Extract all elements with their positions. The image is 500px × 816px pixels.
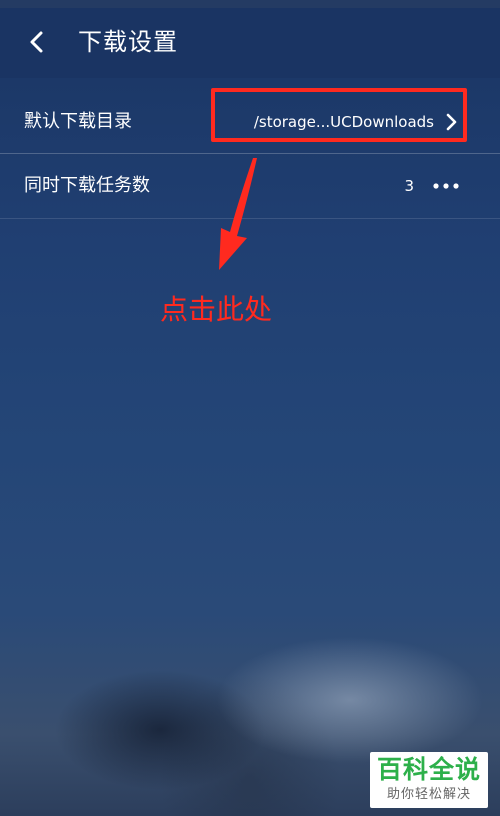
watermark-subtitle: 助你轻松解决	[386, 787, 471, 802]
page-title: 下载设置	[78, 28, 178, 56]
watermark-logo: 百科全说 助你轻松解决	[370, 752, 488, 808]
header-bar: 下载设置	[0, 8, 500, 78]
annotation-highlight-box	[211, 88, 467, 142]
setting-label-concurrent-tasks: 同时下载任务数	[24, 175, 150, 196]
status-bar-strip	[0, 0, 500, 8]
setting-label-download-directory: 默认下载目录	[24, 111, 132, 132]
setting-value-concurrent-tasks: 3	[404, 177, 414, 195]
watermark-title: 百科全说	[376, 755, 481, 784]
chevron-left-icon[interactable]	[24, 28, 52, 56]
screen: 下载设置 默认下载目录 /storage...UCDownloads 同时下载任…	[0, 0, 500, 816]
annotation-arrow-icon	[219, 158, 257, 270]
annotation-text: 点击此处	[160, 293, 273, 326]
more-horizontal-icon[interactable]	[432, 180, 460, 192]
